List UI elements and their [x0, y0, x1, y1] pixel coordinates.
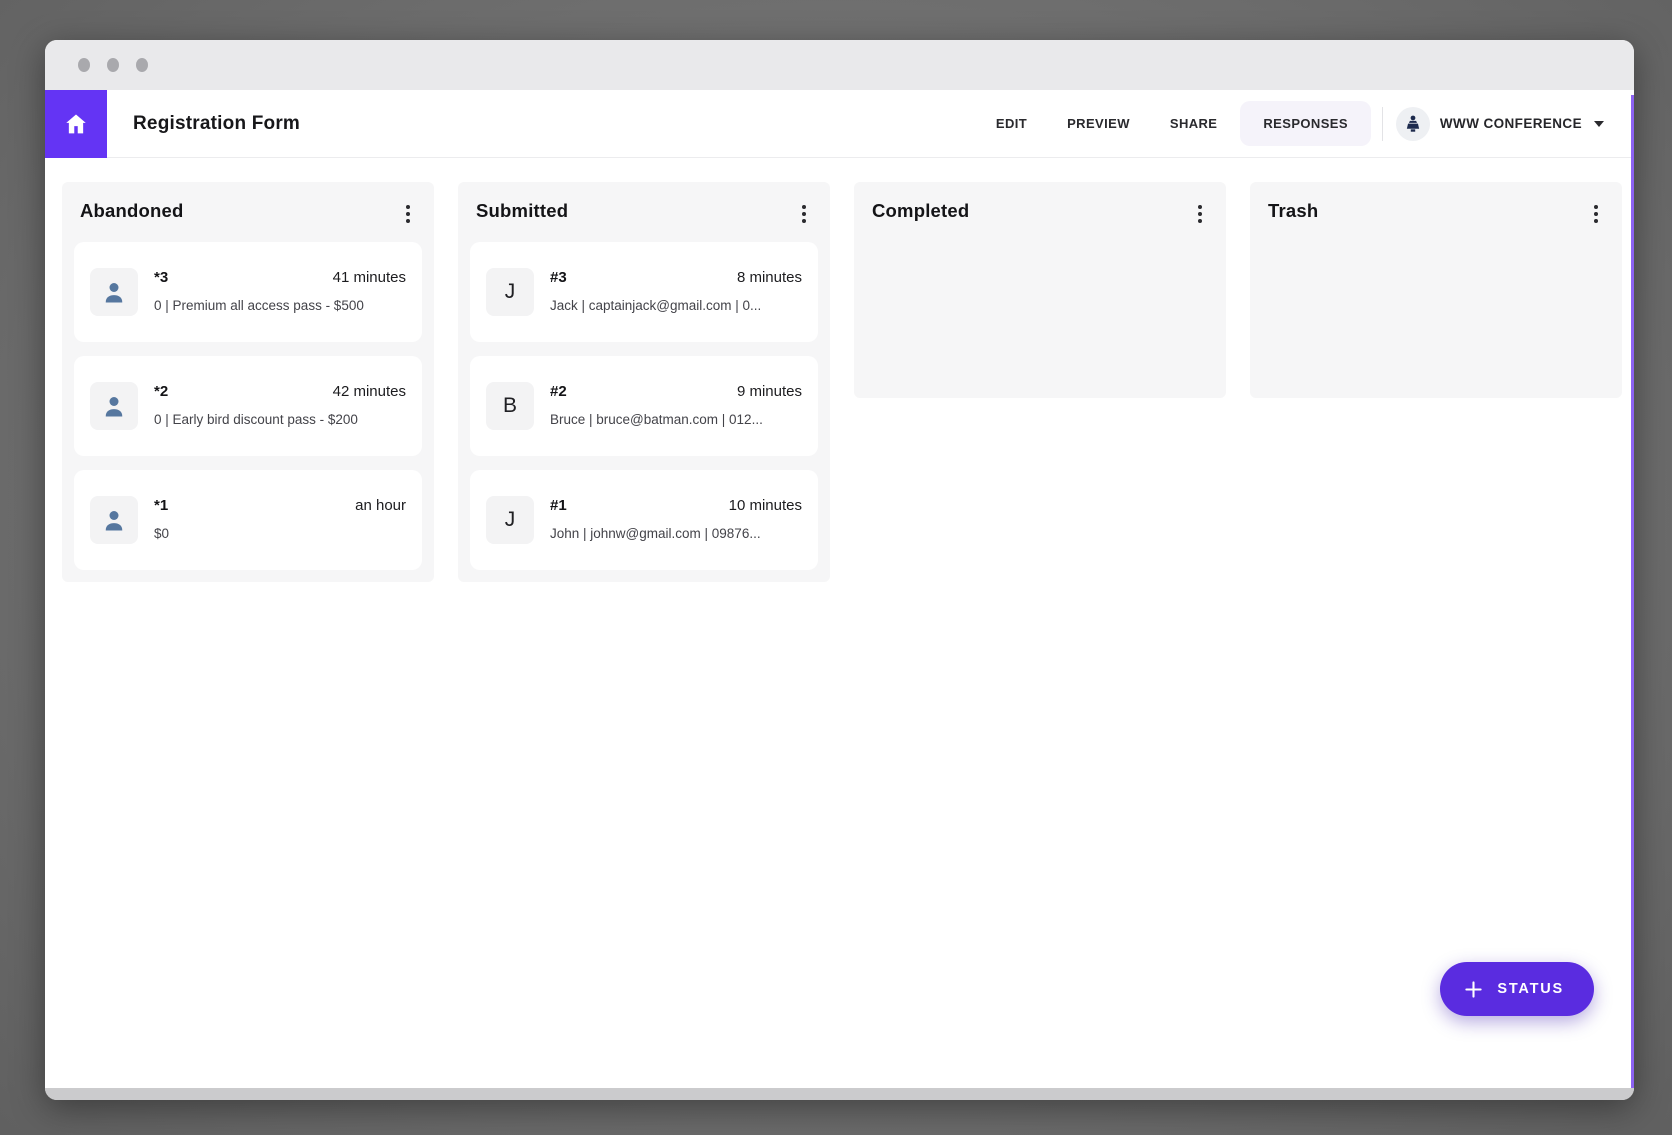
home-icon	[63, 111, 89, 137]
column-submitted: Submitted J #3 8 minutes Jack | captainj…	[458, 182, 830, 582]
card-title: #1	[550, 496, 567, 516]
response-card[interactable]: J #1 10 minutes John | johnw@gmail.com |…	[470, 470, 818, 570]
chevron-down-icon	[1594, 121, 1604, 127]
card-time: 8 minutes	[737, 268, 802, 288]
column-trash: Trash	[1250, 182, 1622, 398]
add-status-button[interactable]: STATUS	[1440, 962, 1594, 1016]
column-abandoned: Abandoned *3 41 minutes 0 |	[62, 182, 434, 582]
column-title: Trash	[1268, 200, 1318, 222]
column-menu-button[interactable]	[1588, 200, 1604, 228]
column-header: Trash	[1250, 182, 1622, 236]
avatar	[90, 382, 138, 430]
horizontal-scrollbar[interactable]	[45, 1088, 1634, 1100]
card-subtitle: John | johnw@gmail.com | 09876...	[550, 524, 802, 544]
workspace-menu[interactable]: WWW CONFERENCE	[1396, 107, 1604, 141]
response-card[interactable]: *1 an hour $0	[74, 470, 422, 570]
card-list: J #3 8 minutes Jack | captainjack@gmail.…	[458, 236, 830, 570]
avatar	[90, 268, 138, 316]
plus-icon	[1464, 980, 1483, 999]
card-time: 9 minutes	[737, 382, 802, 402]
card-time: 42 minutes	[333, 382, 406, 402]
app-header: Registration Form EDIT PREVIEW SHARE RES…	[45, 90, 1634, 158]
avatar	[90, 496, 138, 544]
card-title: #3	[550, 268, 567, 288]
avatar: J	[486, 496, 534, 544]
card-time: 41 minutes	[333, 268, 406, 288]
response-card[interactable]: J #3 8 minutes Jack | captainjack@gmail.…	[470, 242, 818, 342]
responses-board: Abandoned *3 41 minutes 0 |	[45, 158, 1634, 606]
card-title: *3	[154, 268, 168, 288]
avatar: B	[486, 382, 534, 430]
card-subtitle: 0 | Premium all access pass - $500	[154, 296, 406, 316]
card-subtitle: Bruce | bruce@batman.com | 012...	[550, 410, 802, 430]
window-control-dot[interactable]	[136, 58, 148, 72]
card-time: an hour	[355, 496, 406, 516]
person-icon	[99, 277, 129, 307]
window-titlebar	[45, 40, 1634, 90]
column-header: Abandoned	[62, 182, 434, 236]
person-icon	[99, 391, 129, 421]
card-title: #2	[550, 382, 567, 402]
desktop-background: { "colors": { "accent": "#6434f4", "fab"…	[0, 0, 1672, 1135]
header-divider	[1382, 107, 1383, 141]
response-card[interactable]: B #2 9 minutes Bruce | bruce@batman.com …	[470, 356, 818, 456]
nav-edit[interactable]: EDIT	[979, 104, 1044, 143]
response-card[interactable]: *3 41 minutes 0 | Premium all access pas…	[74, 242, 422, 342]
card-title: *1	[154, 496, 168, 516]
avatar: J	[486, 268, 534, 316]
nav-preview[interactable]: PREVIEW	[1050, 104, 1147, 143]
column-header: Submitted	[458, 182, 830, 236]
card-title: *2	[154, 382, 168, 402]
home-button[interactable]	[45, 90, 107, 158]
card-subtitle: Jack | captainjack@gmail.com | 0...	[550, 296, 802, 316]
fab-label: STATUS	[1497, 981, 1564, 997]
card-subtitle: $0	[154, 524, 406, 544]
column-menu-button[interactable]	[796, 200, 812, 228]
column-title: Abandoned	[80, 200, 184, 222]
nav-share[interactable]: SHARE	[1153, 104, 1235, 143]
card-time: 10 minutes	[729, 496, 802, 516]
vertical-scrollbar[interactable]	[1631, 95, 1634, 1088]
speaker-podium-icon	[1396, 107, 1430, 141]
header-nav: EDIT PREVIEW SHARE RESPONSES	[979, 101, 1371, 146]
response-card[interactable]: *2 42 minutes 0 | Early bird discount pa…	[74, 356, 422, 456]
column-title: Submitted	[476, 200, 568, 222]
person-icon	[99, 505, 129, 535]
column-header: Completed	[854, 182, 1226, 236]
window-control-dot[interactable]	[78, 58, 90, 72]
card-subtitle: 0 | Early bird discount pass - $200	[154, 410, 406, 430]
window-control-dot[interactable]	[107, 58, 119, 72]
column-menu-button[interactable]	[400, 200, 416, 228]
column-title: Completed	[872, 200, 969, 222]
workspace-label: WWW CONFERENCE	[1440, 116, 1582, 131]
column-menu-button[interactable]	[1192, 200, 1208, 228]
card-list: *3 41 minutes 0 | Premium all access pas…	[62, 236, 434, 570]
app-window: Registration Form EDIT PREVIEW SHARE RES…	[45, 40, 1634, 1100]
column-completed: Completed	[854, 182, 1226, 398]
nav-responses[interactable]: RESPONSES	[1240, 101, 1371, 146]
page-title: Registration Form	[133, 113, 300, 135]
